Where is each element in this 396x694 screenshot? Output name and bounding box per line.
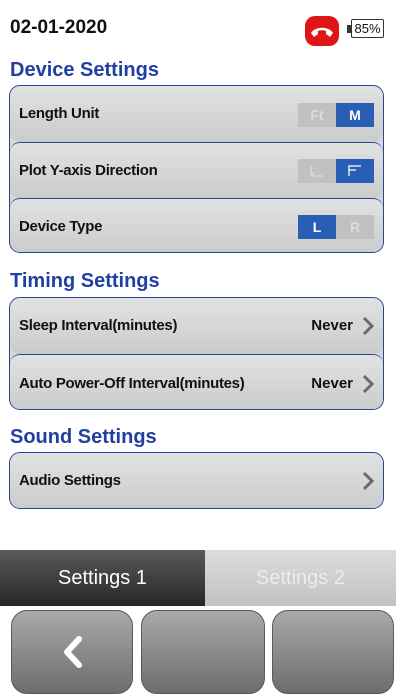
device-settings-group: Length Unit Ft M Plot Y-axis Direction D… — [9, 85, 384, 253]
sound-settings-title: Sound Settings — [10, 426, 157, 448]
plot-y-axis-label: Plot Y-axis Direction — [19, 162, 158, 179]
device-type-row[interactable]: Device Type L R — [10, 198, 383, 252]
device-type-option-l[interactable]: L — [298, 215, 336, 239]
audio-settings-label: Audio Settings — [19, 472, 121, 489]
length-unit-label: Length Unit — [19, 105, 100, 122]
plot-up-icon[interactable] — [298, 159, 336, 183]
sleep-interval-value: Never — [311, 317, 353, 334]
auto-power-off-value: Never — [311, 375, 353, 392]
length-unit-option-m[interactable]: M — [336, 103, 374, 127]
device-type-option-r[interactable]: R — [336, 215, 374, 239]
back-button[interactable] — [11, 610, 133, 694]
timing-settings-title: Timing Settings — [10, 270, 160, 292]
softkey-2-button[interactable] — [141, 610, 265, 694]
length-unit-toggle[interactable]: Ft M — [298, 103, 374, 127]
device-settings-title: Device Settings — [10, 59, 159, 81]
length-unit-option-ft[interactable]: Ft — [298, 103, 336, 127]
status-bar: 02-01-2020 85% — [0, 0, 396, 58]
softkey-3-button[interactable] — [272, 610, 394, 694]
plot-y-axis-row[interactable]: Plot Y-axis Direction — [10, 142, 383, 198]
length-unit-row[interactable]: Length Unit Ft M — [10, 86, 383, 142]
date-label: 02-01-2020 — [10, 17, 108, 38]
tab-settings-2[interactable]: Settings 2 — [205, 550, 396, 606]
chevron-right-icon — [362, 374, 375, 394]
plot-down-icon[interactable] — [336, 159, 374, 183]
tab-settings-1[interactable]: Settings 1 — [0, 550, 205, 606]
plot-y-axis-toggle[interactable] — [298, 159, 374, 183]
audio-settings-row[interactable]: Audio Settings — [10, 453, 383, 508]
chevron-right-icon — [362, 471, 375, 491]
auto-power-off-row[interactable]: Auto Power-Off Interval(minutes) Never — [10, 354, 383, 409]
chevron-right-icon — [362, 316, 375, 336]
back-arrow-icon — [64, 636, 82, 668]
sound-settings-group: Audio Settings — [9, 452, 384, 509]
sleep-interval-label: Sleep Interval(minutes) — [19, 317, 178, 334]
sleep-interval-row[interactable]: Sleep Interval(minutes) Never — [10, 298, 383, 354]
device-type-label: Device Type — [19, 218, 103, 235]
softkey-bar — [0, 606, 396, 694]
battery-indicator: 85% — [346, 19, 386, 40]
battery-level: 85% — [354, 21, 381, 36]
timing-settings-group: Sleep Interval(minutes) Never Auto Power… — [9, 297, 384, 410]
device-type-toggle[interactable]: L R — [298, 215, 374, 239]
auto-power-off-label: Auto Power-Off Interval(minutes) — [19, 375, 245, 392]
tab-bar: Settings 1 Settings 2 — [0, 550, 396, 606]
hang-up-icon[interactable] — [305, 16, 339, 46]
